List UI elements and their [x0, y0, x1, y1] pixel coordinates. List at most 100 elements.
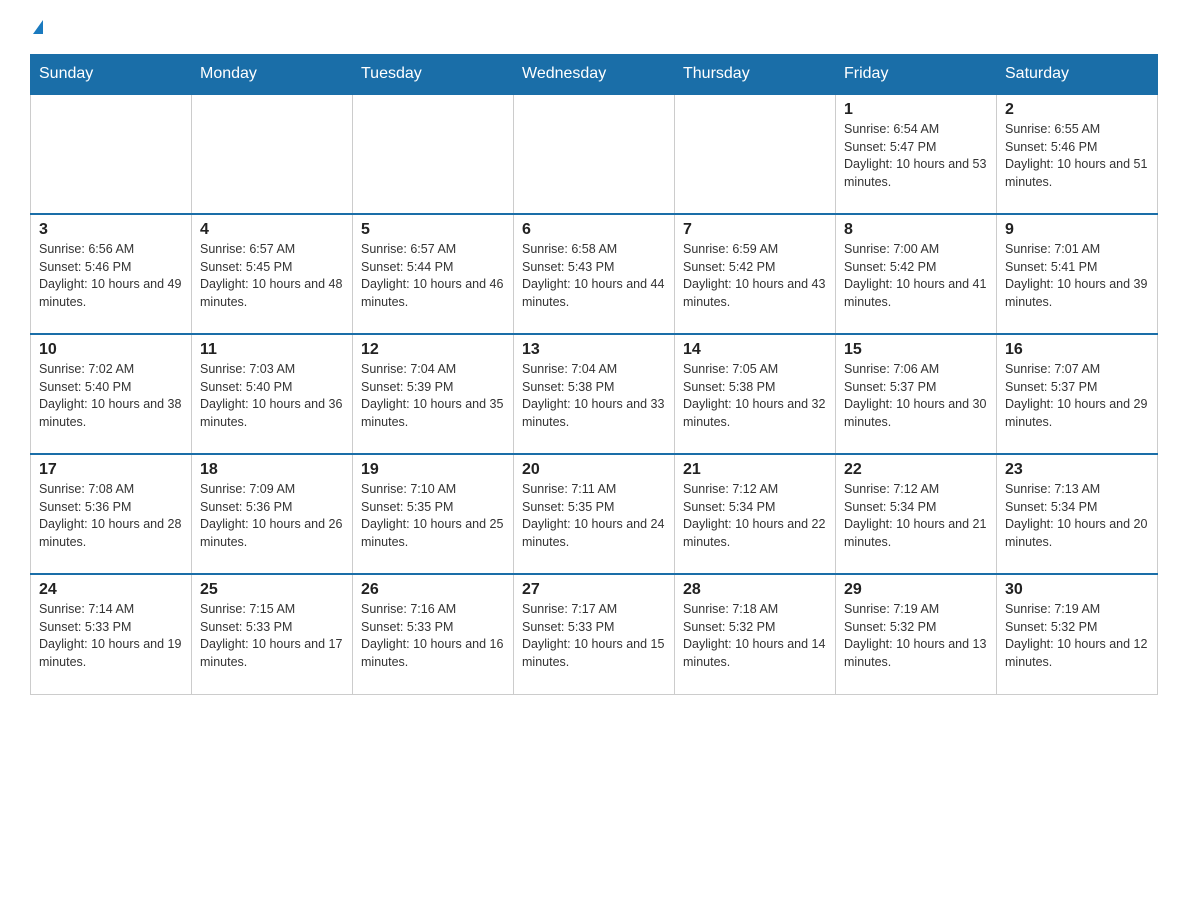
- day-info: Sunrise: 7:10 AMSunset: 5:35 PMDaylight:…: [361, 482, 503, 549]
- calendar-day-cell: 16 Sunrise: 7:07 AMSunset: 5:37 PMDayligh…: [997, 334, 1158, 454]
- weekday-header: Friday: [836, 55, 997, 95]
- page-header: [30, 20, 1158, 34]
- day-number: 26: [361, 581, 505, 599]
- day-info: Sunrise: 7:04 AMSunset: 5:39 PMDaylight:…: [361, 362, 503, 429]
- day-number: 21: [683, 461, 827, 479]
- day-info: Sunrise: 7:05 AMSunset: 5:38 PMDaylight:…: [683, 362, 825, 429]
- day-info: Sunrise: 7:02 AMSunset: 5:40 PMDaylight:…: [39, 362, 181, 429]
- day-number: 1: [844, 101, 988, 119]
- calendar-day-cell: 9 Sunrise: 7:01 AMSunset: 5:41 PMDaylight…: [997, 214, 1158, 334]
- day-number: 4: [200, 221, 344, 239]
- day-number: 15: [844, 341, 988, 359]
- weekday-header: Thursday: [675, 55, 836, 95]
- day-info: Sunrise: 6:59 AMSunset: 5:42 PMDaylight:…: [683, 242, 825, 309]
- logo: [30, 20, 43, 34]
- day-number: 6: [522, 221, 666, 239]
- day-info: Sunrise: 7:07 AMSunset: 5:37 PMDaylight:…: [1005, 362, 1147, 429]
- day-number: 16: [1005, 341, 1149, 359]
- calendar-week-row: 1 Sunrise: 6:54 AMSunset: 5:47 PMDaylight…: [31, 94, 1158, 214]
- day-number: 24: [39, 581, 183, 599]
- day-info: Sunrise: 7:06 AMSunset: 5:37 PMDaylight:…: [844, 362, 986, 429]
- calendar-day-cell: [31, 94, 192, 214]
- calendar-week-row: 17Sunrise: 7:08 AMSunset: 5:36 PMDayligh…: [31, 454, 1158, 574]
- calendar-day-cell: 29 Sunrise: 7:19 AMSunset: 5:32 PMDayligh…: [836, 574, 997, 694]
- day-info: Sunrise: 7:11 AMSunset: 5:35 PMDaylight:…: [522, 482, 664, 549]
- day-number: 18: [200, 461, 344, 479]
- day-info: Sunrise: 7:14 AMSunset: 5:33 PMDaylight:…: [39, 602, 181, 669]
- calendar-day-cell: 14Sunrise: 7:05 AMSunset: 5:38 PMDayligh…: [675, 334, 836, 454]
- day-info: Sunrise: 6:57 AMSunset: 5:45 PMDaylight:…: [200, 242, 342, 309]
- calendar-week-row: 3 Sunrise: 6:56 AMSunset: 5:46 PMDaylight…: [31, 214, 1158, 334]
- day-number: 13: [522, 341, 666, 359]
- calendar-day-cell: 6 Sunrise: 6:58 AMSunset: 5:43 PMDaylight…: [514, 214, 675, 334]
- calendar-day-cell: [675, 94, 836, 214]
- day-number: 10: [39, 341, 183, 359]
- calendar-day-cell: 30 Sunrise: 7:19 AMSunset: 5:32 PMDayligh…: [997, 574, 1158, 694]
- calendar-day-cell: [514, 94, 675, 214]
- day-info: Sunrise: 7:18 AMSunset: 5:32 PMDaylight:…: [683, 602, 825, 669]
- calendar-day-cell: 10 Sunrise: 7:02 AMSunset: 5:40 PMDayligh…: [31, 334, 192, 454]
- calendar-day-cell: 21 Sunrise: 7:12 AMSunset: 5:34 PMDayligh…: [675, 454, 836, 574]
- day-info: Sunrise: 7:01 AMSunset: 5:41 PMDaylight:…: [1005, 242, 1147, 309]
- day-number: 7: [683, 221, 827, 239]
- day-number: 9: [1005, 221, 1149, 239]
- day-number: 2: [1005, 101, 1149, 119]
- day-info: Sunrise: 6:55 AMSunset: 5:46 PMDaylight:…: [1005, 122, 1147, 189]
- day-info: Sunrise: 6:56 AMSunset: 5:46 PMDaylight:…: [39, 242, 181, 309]
- day-number: 30: [1005, 581, 1149, 599]
- day-info: Sunrise: 7:04 AMSunset: 5:38 PMDaylight:…: [522, 362, 664, 429]
- day-number: 11: [200, 341, 344, 359]
- calendar-day-cell: 13 Sunrise: 7:04 AMSunset: 5:38 PMDayligh…: [514, 334, 675, 454]
- calendar-day-cell: [192, 94, 353, 214]
- weekday-header: Sunday: [31, 55, 192, 95]
- calendar-day-cell: 2 Sunrise: 6:55 AMSunset: 5:46 PMDaylight…: [997, 94, 1158, 214]
- day-number: 5: [361, 221, 505, 239]
- calendar-day-cell: 17Sunrise: 7:08 AMSunset: 5:36 PMDayligh…: [31, 454, 192, 574]
- day-info: Sunrise: 7:12 AMSunset: 5:34 PMDaylight:…: [683, 482, 825, 549]
- calendar-week-row: 24 Sunrise: 7:14 AMSunset: 5:33 PMDayligh…: [31, 574, 1158, 694]
- day-info: Sunrise: 6:57 AMSunset: 5:44 PMDaylight:…: [361, 242, 503, 309]
- day-number: 19: [361, 461, 505, 479]
- day-info: Sunrise: 7:00 AMSunset: 5:42 PMDaylight:…: [844, 242, 986, 309]
- day-number: 8: [844, 221, 988, 239]
- logo-triangle-icon: [33, 20, 43, 34]
- weekday-header: Wednesday: [514, 55, 675, 95]
- calendar-day-cell: 5 Sunrise: 6:57 AMSunset: 5:44 PMDaylight…: [353, 214, 514, 334]
- day-number: 17: [39, 461, 183, 479]
- calendar-day-cell: 27Sunrise: 7:17 AMSunset: 5:33 PMDayligh…: [514, 574, 675, 694]
- day-info: Sunrise: 7:17 AMSunset: 5:33 PMDaylight:…: [522, 602, 664, 669]
- day-info: Sunrise: 7:19 AMSunset: 5:32 PMDaylight:…: [844, 602, 986, 669]
- day-info: Sunrise: 7:03 AMSunset: 5:40 PMDaylight:…: [200, 362, 342, 429]
- calendar-day-cell: 26Sunrise: 7:16 AMSunset: 5:33 PMDayligh…: [353, 574, 514, 694]
- calendar-day-cell: 25 Sunrise: 7:15 AMSunset: 5:33 PMDayligh…: [192, 574, 353, 694]
- day-number: 29: [844, 581, 988, 599]
- day-info: Sunrise: 7:19 AMSunset: 5:32 PMDaylight:…: [1005, 602, 1147, 669]
- day-number: 25: [200, 581, 344, 599]
- day-number: 3: [39, 221, 183, 239]
- calendar-table: SundayMondayTuesdayWednesdayThursdayFrid…: [30, 54, 1158, 695]
- day-info: Sunrise: 6:58 AMSunset: 5:43 PMDaylight:…: [522, 242, 664, 309]
- calendar-day-cell: 23Sunrise: 7:13 AMSunset: 5:34 PMDayligh…: [997, 454, 1158, 574]
- day-number: 23: [1005, 461, 1149, 479]
- day-number: 28: [683, 581, 827, 599]
- calendar-day-cell: 15 Sunrise: 7:06 AMSunset: 5:37 PMDayligh…: [836, 334, 997, 454]
- weekday-header: Saturday: [997, 55, 1158, 95]
- calendar-day-cell: 3 Sunrise: 6:56 AMSunset: 5:46 PMDaylight…: [31, 214, 192, 334]
- day-info: Sunrise: 6:54 AMSunset: 5:47 PMDaylight:…: [844, 122, 986, 189]
- weekday-header: Monday: [192, 55, 353, 95]
- calendar-day-cell: 22Sunrise: 7:12 AMSunset: 5:34 PMDayligh…: [836, 454, 997, 574]
- calendar-week-row: 10 Sunrise: 7:02 AMSunset: 5:40 PMDayligh…: [31, 334, 1158, 454]
- calendar-day-cell: 1 Sunrise: 6:54 AMSunset: 5:47 PMDaylight…: [836, 94, 997, 214]
- day-number: 20: [522, 461, 666, 479]
- day-info: Sunrise: 7:15 AMSunset: 5:33 PMDaylight:…: [200, 602, 342, 669]
- weekday-header-row: SundayMondayTuesdayWednesdayThursdayFrid…: [31, 55, 1158, 95]
- calendar-day-cell: 4 Sunrise: 6:57 AMSunset: 5:45 PMDaylight…: [192, 214, 353, 334]
- calendar-day-cell: 24 Sunrise: 7:14 AMSunset: 5:33 PMDayligh…: [31, 574, 192, 694]
- calendar-day-cell: 20 Sunrise: 7:11 AMSunset: 5:35 PMDayligh…: [514, 454, 675, 574]
- calendar-day-cell: 19 Sunrise: 7:10 AMSunset: 5:35 PMDayligh…: [353, 454, 514, 574]
- calendar-day-cell: 28 Sunrise: 7:18 AMSunset: 5:32 PMDayligh…: [675, 574, 836, 694]
- day-number: 22: [844, 461, 988, 479]
- calendar-day-cell: 8 Sunrise: 7:00 AMSunset: 5:42 PMDaylight…: [836, 214, 997, 334]
- day-number: 12: [361, 341, 505, 359]
- calendar-day-cell: 7 Sunrise: 6:59 AMSunset: 5:42 PMDaylight…: [675, 214, 836, 334]
